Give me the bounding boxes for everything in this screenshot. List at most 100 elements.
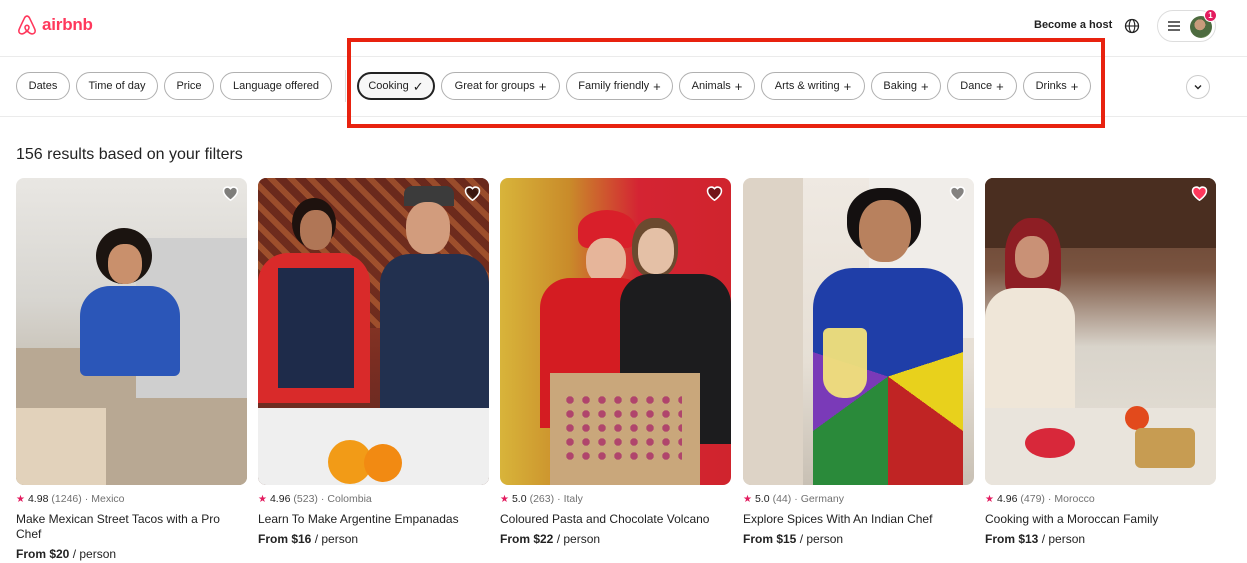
listing-reviews: (263) [529, 493, 555, 505]
photo-orange [364, 444, 402, 482]
price-amount: From $16 [258, 532, 312, 546]
photo-glass [823, 328, 867, 398]
listing-title[interactable]: Cooking with a Moroccan Family [985, 512, 1216, 527]
filter-price[interactable]: Price [164, 72, 214, 100]
listing-card[interactable]: ★ 4.96 (523) · Colombia Learn To Make Ar… [258, 178, 489, 546]
heart-icon[interactable] [221, 184, 240, 201]
photo-face [859, 200, 911, 262]
meta-separator: · [557, 493, 561, 505]
meta-separator: · [1047, 493, 1052, 505]
listing-price: From $20 / person [16, 547, 247, 561]
photo-blouse [80, 286, 180, 376]
listing-rating: 4.96 [996, 493, 1018, 505]
listing-meta: ★ 4.98 (1246) · Mexico [16, 493, 247, 505]
listing-price: From $13 / person [985, 532, 1216, 546]
filter-label: Time of day [88, 80, 146, 92]
globe-icon[interactable] [1124, 18, 1140, 34]
filter-language[interactable]: Language offered [220, 72, 332, 100]
price-unit: / person [314, 532, 359, 546]
airbnb-logo-icon [18, 15, 36, 35]
photo-apron-left [278, 268, 354, 388]
listing-location: Colombia [327, 493, 372, 505]
filter-dates[interactable]: Dates [16, 72, 70, 100]
airbnb-logo[interactable]: airbnb [16, 13, 93, 37]
listing-photo[interactable] [258, 178, 489, 485]
price-unit: / person [1041, 532, 1086, 546]
listing-price: From $16 / person [258, 532, 489, 546]
star-icon: ★ [500, 493, 509, 505]
listing-location: Germany [800, 493, 844, 505]
star-icon: ★ [258, 493, 267, 505]
listing-meta: ★ 4.96 (479) · Morocco [985, 493, 1216, 505]
listing-location: Italy [563, 493, 583, 505]
price-unit: / person [72, 547, 117, 561]
listing-reviews: (479) [1020, 493, 1045, 505]
photo-tomato [1125, 406, 1149, 430]
listing-reviews: (44) [772, 493, 792, 505]
filter-label: Price [176, 80, 202, 92]
listing-rating: 5.0 [511, 493, 527, 505]
listing-photo[interactable] [16, 178, 247, 485]
listing-reviews: (1246) [51, 493, 82, 505]
price-amount: From $22 [500, 532, 554, 546]
star-icon: ★ [16, 493, 25, 505]
highlight-annotation-box [347, 38, 1105, 128]
listing-rating: 4.98 [27, 493, 49, 505]
heart-icon[interactable] [1190, 184, 1209, 201]
listing-rating: 5.0 [754, 493, 770, 505]
heart-icon[interactable] [463, 184, 482, 201]
price-amount: From $15 [743, 532, 797, 546]
menu-icon [1168, 21, 1180, 31]
photo-face-left [300, 210, 332, 250]
photo-wall [743, 178, 803, 485]
meta-separator: · [320, 493, 325, 505]
listing-location: Mexico [91, 493, 125, 505]
photo-shirt-right [380, 254, 489, 414]
photo-face [1015, 236, 1049, 278]
listing-location: Morocco [1054, 493, 1095, 505]
heart-icon[interactable] [948, 184, 967, 201]
listing-photo[interactable] [743, 178, 974, 485]
listing-card[interactable]: ★ 4.98 (1246) · Mexico Make Mexican Stre… [16, 178, 247, 561]
expand-filters-button[interactable] [1186, 75, 1210, 99]
listing-photo[interactable] [985, 178, 1216, 485]
listing-price: From $22 / person [500, 532, 731, 546]
notification-badge: 1 [1204, 9, 1217, 22]
filter-label: Language offered [232, 80, 320, 92]
heart-icon[interactable] [705, 184, 724, 201]
results-count-title: 156 results based on your filters [16, 146, 243, 163]
logo-text: airbnb [42, 15, 93, 34]
user-menu-button[interactable]: 1 [1157, 9, 1217, 42]
filter-label: Dates [28, 80, 58, 92]
listing-price: From $15 / person [743, 532, 974, 546]
photo-face [108, 244, 142, 284]
listing-photo[interactable] [500, 178, 731, 485]
listing-meta: ★ 5.0 (263) · Italy [500, 493, 731, 505]
become-host-link[interactable]: Become a host [1034, 19, 1112, 31]
meta-separator: · [84, 493, 89, 505]
price-amount: From $13 [985, 532, 1039, 546]
listing-rating: 4.96 [269, 493, 291, 505]
listing-meta: ★ 5.0 (44) · Germany [743, 493, 974, 505]
filter-time-of-day[interactable]: Time of day [76, 72, 158, 100]
filter-divider [345, 70, 346, 102]
photo-face-right [406, 202, 450, 254]
listing-title[interactable]: Coloured Pasta and Chocolate Volcano [500, 512, 731, 527]
listing-card[interactable]: ★ 4.96 (479) · Morocco Cooking with a Mo… [985, 178, 1216, 546]
price-unit: / person [799, 532, 844, 546]
price-unit: / person [556, 532, 601, 546]
price-amount: From $20 [16, 547, 70, 561]
listing-card[interactable]: ★ 5.0 (263) · Italy Coloured Pasta and C… [500, 178, 731, 546]
listing-title[interactable]: Learn To Make Argentine Empanadas [258, 512, 489, 527]
star-icon: ★ [985, 493, 994, 505]
star-icon: ★ [743, 493, 752, 505]
photo-pasta [562, 393, 682, 463]
photo-tray [1135, 428, 1195, 468]
photo-basket [1025, 428, 1075, 458]
listing-title[interactable]: Explore Spices With An Indian Chef [743, 512, 974, 527]
photo-box [16, 408, 106, 485]
listing-card[interactable]: ★ 5.0 (44) · Germany Explore Spices With… [743, 178, 974, 546]
listing-reviews: (523) [293, 493, 318, 505]
listing-title[interactable]: Make Mexican Street Tacos with a Pro Che… [16, 512, 247, 542]
chevron-down-icon [1194, 85, 1202, 90]
